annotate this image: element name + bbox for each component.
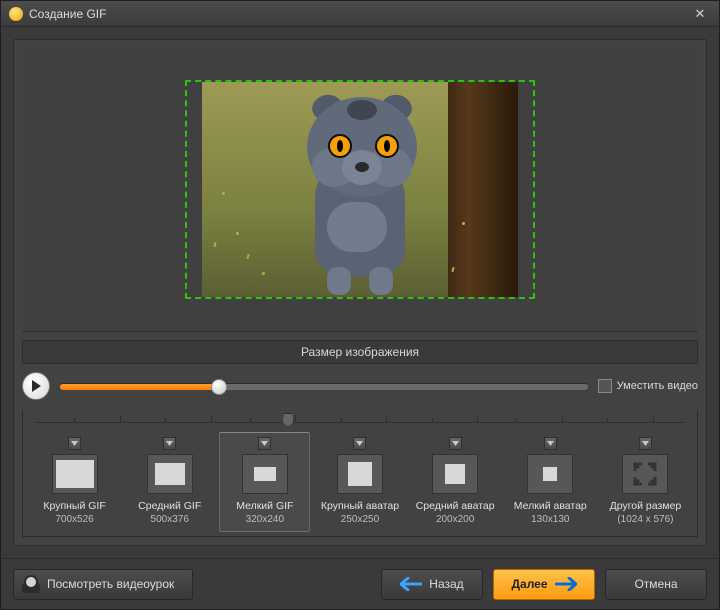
- fit-video-label: Уместить видео: [617, 380, 698, 392]
- footer: Посмотреть видеоурок Назад Далее Отмена: [1, 558, 719, 609]
- size-options: Крупный GIF 700x526 Средний GIF 500x376 Мелк…: [29, 432, 691, 532]
- size-title: Средний аватар: [413, 500, 498, 512]
- size-option-1[interactable]: Средний GIF 500x376: [124, 432, 215, 532]
- size-thumb: [432, 454, 478, 494]
- checkbox-icon: [598, 379, 612, 393]
- app-icon: [9, 7, 23, 21]
- size-title: Крупный GIF: [32, 500, 117, 512]
- arrow-right-icon: [555, 577, 577, 591]
- zoom-slider-fill: [60, 384, 218, 390]
- camera-icon: [22, 575, 40, 593]
- size-scale[interactable]: [35, 410, 685, 428]
- size-thumb: [147, 454, 193, 494]
- size-dimensions: 320x240: [222, 514, 307, 525]
- size-dimensions: (1024 x 576): [603, 514, 688, 525]
- size-option-0[interactable]: Крупный GIF 700x526: [29, 432, 120, 532]
- watch-tutorial-button[interactable]: Посмотреть видеоурок: [13, 569, 193, 600]
- size-thumb: [52, 454, 98, 494]
- size-thumb: [242, 454, 288, 494]
- preview-area: [22, 48, 698, 332]
- arrow-left-icon: [400, 577, 422, 591]
- cancel-label: Отмена: [634, 577, 677, 591]
- cat-illustration: [287, 92, 442, 297]
- size-thumb: [622, 454, 668, 494]
- window: Создание GIF ✕: [0, 0, 720, 610]
- titlebar: Создание GIF ✕: [1, 1, 719, 27]
- content-panel: Размер изображения Уместить видео: [13, 39, 707, 546]
- size-dropdown-icon[interactable]: [544, 437, 557, 450]
- size-dimensions: 700x526: [32, 514, 117, 525]
- next-button[interactable]: Далее: [493, 569, 595, 600]
- size-dimensions: 250x250: [317, 514, 402, 525]
- size-title: Средний GIF: [127, 500, 212, 512]
- preview-image: [202, 82, 518, 297]
- watch-tutorial-label: Посмотреть видеоурок: [47, 577, 174, 591]
- play-button[interactable]: [22, 372, 50, 400]
- fit-video-checkbox[interactable]: Уместить видео: [598, 379, 698, 393]
- window-title: Создание GIF: [29, 7, 687, 21]
- size-title: Другой размер: [603, 500, 688, 512]
- zoom-slider-handle[interactable]: [211, 379, 227, 395]
- size-dimensions: 500x376: [127, 514, 212, 525]
- cancel-button[interactable]: Отмена: [605, 569, 707, 600]
- size-option-5[interactable]: Мелкий аватар 130x130: [505, 432, 596, 532]
- size-dropdown-icon[interactable]: [258, 437, 271, 450]
- size-option-4[interactable]: Средний аватар 200x200: [410, 432, 501, 532]
- size-option-3[interactable]: Крупный аватар 250x250: [314, 432, 405, 532]
- size-dimensions: 130x130: [508, 514, 593, 525]
- size-option-2[interactable]: Мелкий GIF 320x240: [219, 432, 310, 532]
- size-dropdown-icon[interactable]: [163, 437, 176, 450]
- size-dropdown-icon[interactable]: [353, 437, 366, 450]
- zoom-slider-row: Уместить видео: [22, 372, 698, 400]
- crop-frame[interactable]: [185, 80, 535, 299]
- size-option-6[interactable]: Другой размер (1024 x 576): [600, 432, 691, 532]
- back-label: Назад: [429, 577, 463, 591]
- size-dropdown-icon[interactable]: [449, 437, 462, 450]
- next-label: Далее: [511, 577, 547, 591]
- size-title: Крупный аватар: [317, 500, 402, 512]
- size-thumb: [527, 454, 573, 494]
- size-scale-handle[interactable]: [282, 413, 294, 427]
- size-dropdown-icon[interactable]: [639, 437, 652, 450]
- size-thumb: [337, 454, 383, 494]
- size-dimensions: 200x200: [413, 514, 498, 525]
- zoom-slider[interactable]: [60, 383, 588, 390]
- sizes-area: Крупный GIF 700x526 Средний GIF 500x376 Мелк…: [22, 410, 698, 537]
- size-dropdown-icon[interactable]: [68, 437, 81, 450]
- close-button[interactable]: ✕: [687, 5, 713, 23]
- section-label: Размер изображения: [22, 340, 698, 364]
- size-title: Мелкий аватар: [508, 500, 593, 512]
- back-button[interactable]: Назад: [381, 569, 483, 600]
- size-title: Мелкий GIF: [222, 500, 307, 512]
